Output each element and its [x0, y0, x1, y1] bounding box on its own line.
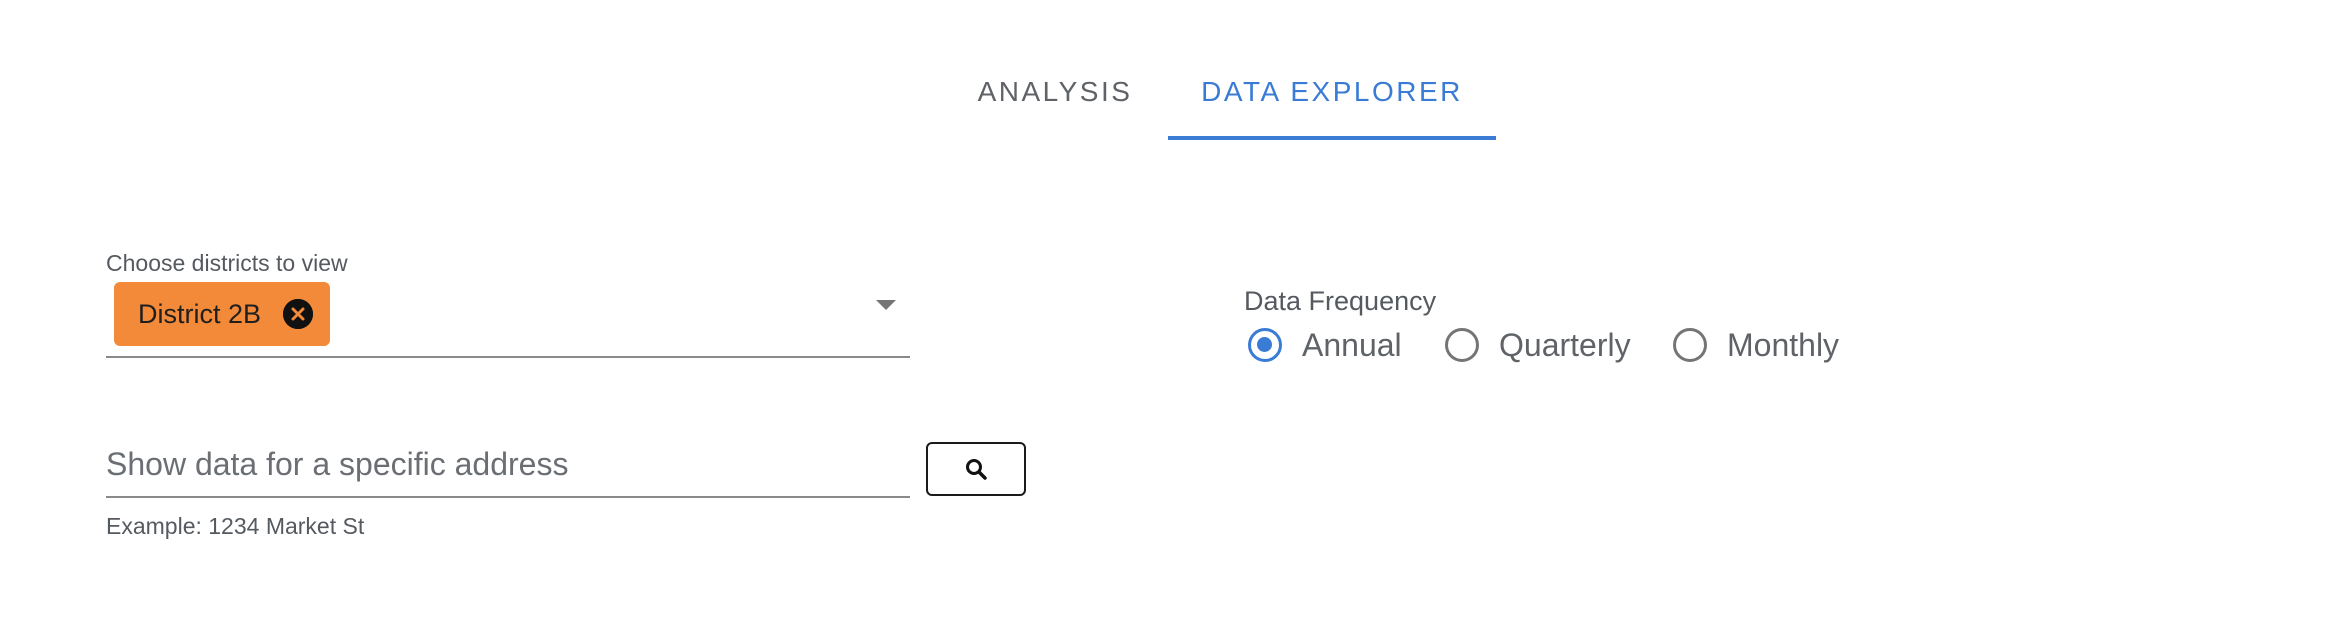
address-helper-text: Example: 1234 Market St [106, 513, 365, 539]
radio-monthly-label: Monthly [1727, 326, 1840, 363]
search-icon [966, 459, 987, 480]
data-explorer-page: ANALYSIS DATA EXPLORER Choose districts … [0, 0, 2340, 632]
radio-annual[interactable]: Annual [1244, 320, 1402, 370]
tab-analysis[interactable]: ANALYSIS [950, 60, 1160, 140]
radio-unchecked-icon[interactable] [1445, 328, 1479, 362]
frequency-label: Data Frequency [1244, 286, 1437, 316]
address-field [106, 438, 910, 498]
districts-label: Choose districts to view [106, 250, 348, 276]
district-chip-label: District 2B [138, 298, 262, 329]
search-button[interactable] [926, 442, 1026, 496]
close-icon[interactable] [283, 299, 313, 329]
radio-monthly[interactable]: Monthly [1669, 320, 1839, 370]
radio-quarterly-label: Quarterly [1499, 326, 1631, 363]
districts-select[interactable]: District 2B [106, 280, 910, 358]
tab-data-explorer[interactable]: DATA EXPLORER [1168, 60, 1496, 140]
district-chip: District 2B [114, 282, 330, 346]
radio-annual-label: Annual [1302, 326, 1402, 363]
radio-checked-icon[interactable] [1248, 328, 1282, 362]
radio-quarterly[interactable]: Quarterly [1441, 320, 1631, 370]
tab-bar: ANALYSIS DATA EXPLORER [0, 0, 2340, 140]
radio-unchecked-icon[interactable] [1673, 328, 1707, 362]
address-input[interactable] [106, 438, 910, 490]
chevron-down-icon[interactable] [876, 300, 896, 310]
